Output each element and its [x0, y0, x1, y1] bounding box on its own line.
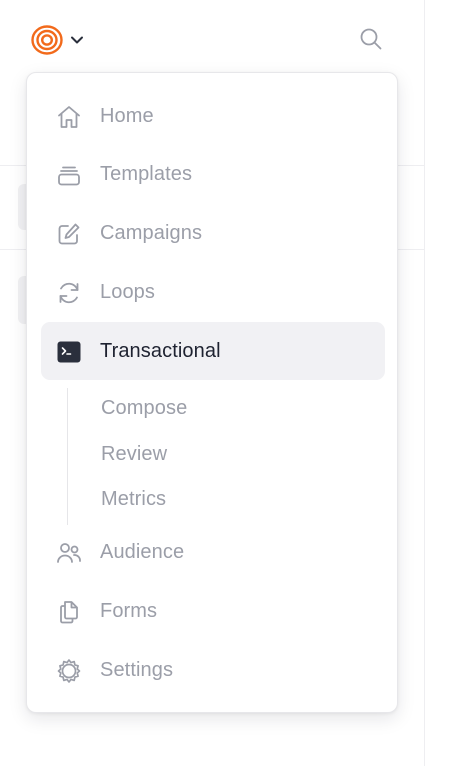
menu-item-settings[interactable]: Settings [41, 641, 385, 699]
menu-item-label: Home [100, 104, 154, 127]
menu-item-templates[interactable]: Templates [41, 145, 385, 203]
menu-item-transactional[interactable]: Transactional [41, 322, 385, 380]
brand-logo-icon [30, 24, 64, 56]
submenu-item-review[interactable]: Review [101, 443, 167, 466]
users-icon [55, 539, 82, 566]
panel-divider [424, 0, 425, 766]
submenu-guide-line [67, 388, 68, 525]
menu-item-label: Loops [100, 280, 155, 303]
submenu-item-metrics[interactable]: Metrics [101, 488, 166, 511]
gear-icon [55, 657, 82, 684]
menu-item-label: Forms [100, 599, 158, 622]
documents-icon [55, 598, 82, 625]
menu-item-home[interactable]: Home [41, 87, 385, 145]
menu-item-label: Transactional [100, 339, 221, 362]
submenu-item-compose[interactable]: Compose [101, 397, 187, 420]
menu-item-audience[interactable]: Audience [41, 523, 385, 581]
search-icon [359, 27, 383, 56]
pencil-square-icon [55, 220, 82, 247]
menu-item-label: Templates [100, 162, 193, 185]
home-icon [55, 103, 82, 130]
navigation-menu: Home Templates Campaigns Loops Transacti… [26, 72, 398, 713]
menu-item-forms[interactable]: Forms [41, 582, 385, 640]
terminal-icon [55, 338, 82, 365]
templates-icon [55, 161, 82, 188]
search-button[interactable] [356, 26, 386, 56]
menu-item-label: Campaigns [100, 221, 203, 244]
menu-item-campaigns[interactable]: Campaigns [41, 204, 385, 262]
chevron-down-icon [70, 35, 84, 45]
menu-item-label: Audience [100, 540, 185, 563]
refresh-icon [55, 279, 82, 306]
menu-item-loops[interactable]: Loops [41, 263, 385, 321]
menu-item-label: Settings [100, 658, 174, 681]
workspace-switcher-button[interactable] [30, 24, 84, 56]
